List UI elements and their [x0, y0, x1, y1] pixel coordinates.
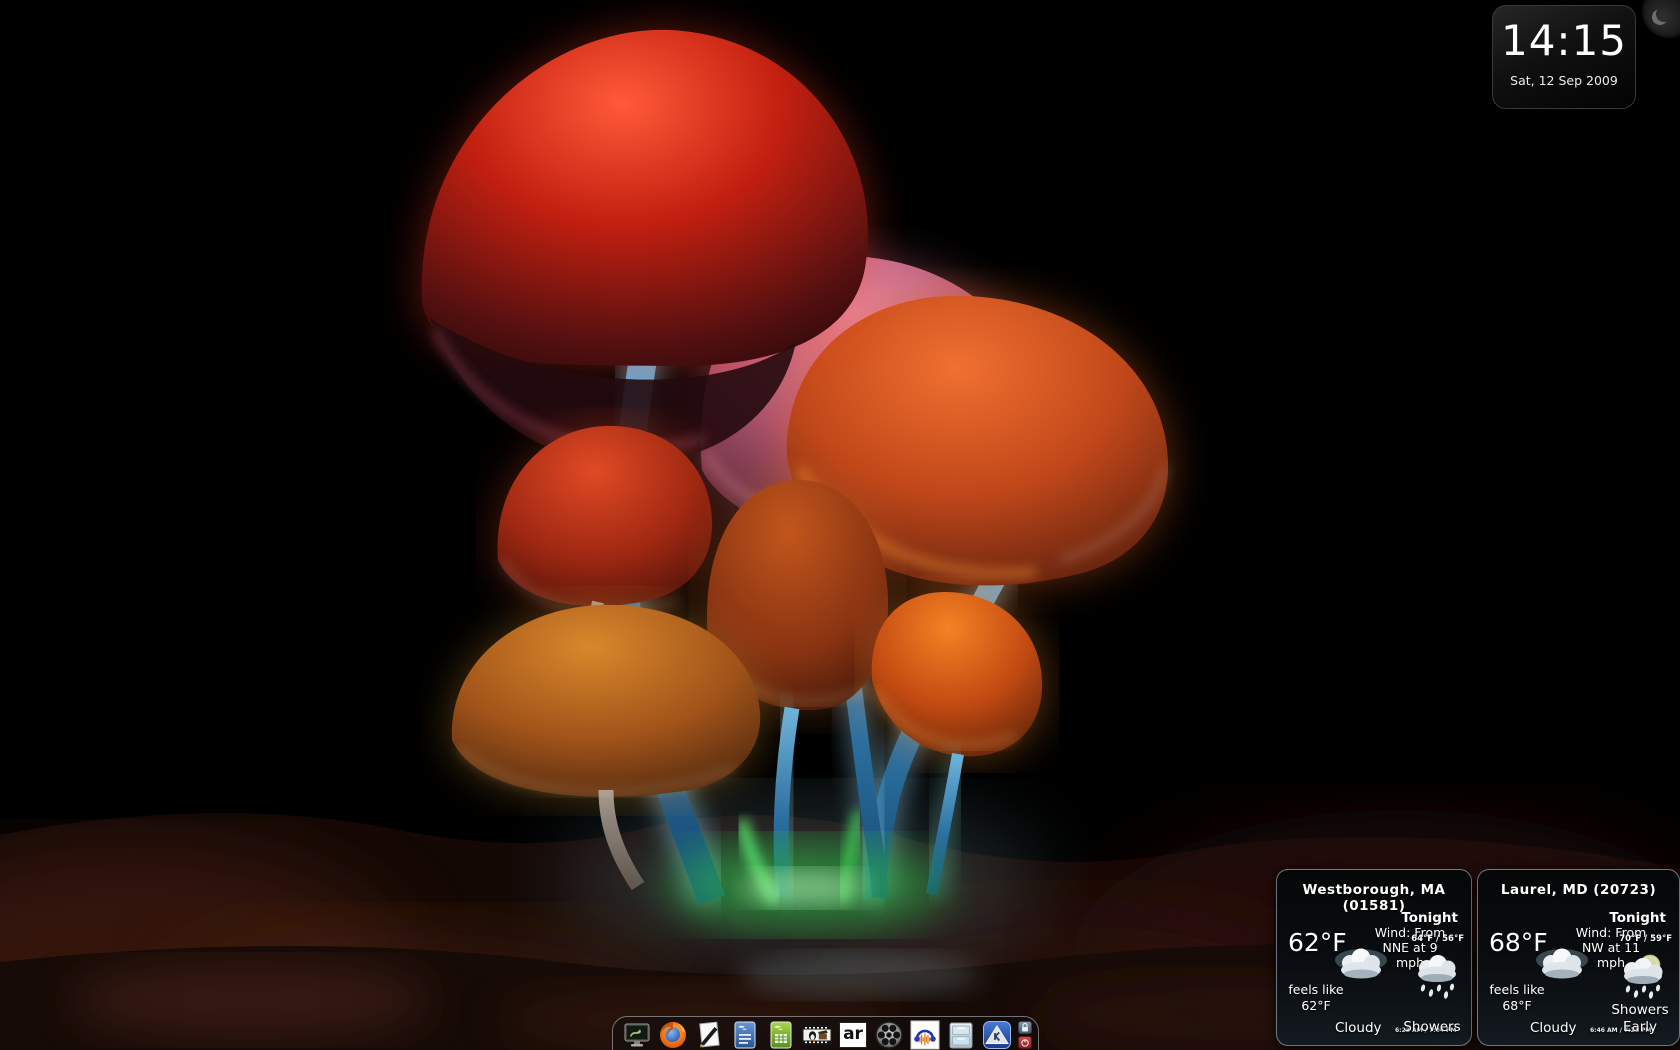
terminal-icon: [622, 1020, 652, 1050]
openoffice-calc-icon: [766, 1020, 796, 1050]
dock-item-kde-app[interactable]: [982, 1020, 1012, 1050]
power-icon: [1018, 1036, 1032, 1049]
openoffice-writer-icon: [730, 1020, 760, 1050]
forecast-high-low: 64°F / 56°F: [1411, 934, 1464, 944]
file-drawer-icon: [946, 1020, 976, 1050]
feels-like-label: feels like: [1288, 982, 1343, 997]
film-reel-icon: [874, 1020, 904, 1050]
showers-icon: [1411, 954, 1463, 1000]
dock-item-audacity[interactable]: [910, 1020, 940, 1050]
feels-like: feels like 68°F: [1486, 982, 1548, 1015]
weather-widget-laurel[interactable]: Laurel, MD (20723) Tonight 68°F Wind: Fr…: [1477, 869, 1680, 1046]
dock-item-avidemux[interactable]: [802, 1020, 832, 1050]
dock-item-terminal[interactable]: [622, 1020, 652, 1050]
lock-icon: [1018, 1021, 1032, 1034]
dock: ar: [612, 1016, 1039, 1050]
cashew-crescent-icon: [1656, 6, 1672, 22]
dock-item-lock-screen[interactable]: [1018, 1021, 1032, 1034]
weather-location: Laurel, MD (20723): [1478, 882, 1679, 898]
firefox-icon: [658, 1020, 688, 1050]
dock-item-ar-app[interactable]: ar: [838, 1020, 868, 1050]
text-editor-icon: [694, 1020, 724, 1050]
current-condition: Cloudy: [1335, 1020, 1382, 1036]
dock-item-openoffice-writer[interactable]: [730, 1020, 760, 1050]
clock-widget[interactable]: 14:15 Sat, 12 Sep 2009: [1492, 5, 1636, 109]
showers-night-icon: [1617, 952, 1671, 1000]
clock-date: Sat, 12 Sep 2009: [1493, 73, 1635, 88]
forecast-period: Tonight: [1401, 910, 1458, 926]
audacity-icon: [910, 1020, 940, 1050]
dock-item-file-drawer[interactable]: [946, 1020, 976, 1050]
feels-like: feels like 62°F: [1285, 982, 1347, 1015]
ar-app-icon: ar: [839, 1022, 867, 1048]
feels-like-temp: 62°F: [1301, 998, 1330, 1013]
weather-widget-westborough[interactable]: Westborough, MA (01581) Tonight 62°F Win…: [1276, 869, 1472, 1046]
dock-item-firefox[interactable]: [658, 1020, 688, 1050]
forecast-high-low: 70°F / 59°F: [1619, 934, 1672, 944]
dock-item-logout[interactable]: [1018, 1036, 1032, 1049]
clock-time: 14:15: [1493, 20, 1635, 62]
dock-item-film-reel[interactable]: [874, 1020, 904, 1050]
forecast-condition: Showers: [1397, 1019, 1467, 1036]
feels-like-temp: 68°F: [1502, 998, 1531, 1013]
kde-app-icon: [982, 1020, 1012, 1050]
dock-session-buttons: [1018, 1021, 1033, 1049]
forecast-condition: Showers Early: [1605, 1002, 1675, 1036]
dock-item-openoffice-calc[interactable]: [766, 1020, 796, 1050]
avidemux-icon: [802, 1020, 832, 1050]
forecast-period: Tonight: [1609, 910, 1666, 926]
dock-item-text-editor[interactable]: [694, 1020, 724, 1050]
feels-like-label: feels like: [1489, 982, 1544, 997]
current-condition: Cloudy: [1530, 1020, 1577, 1036]
